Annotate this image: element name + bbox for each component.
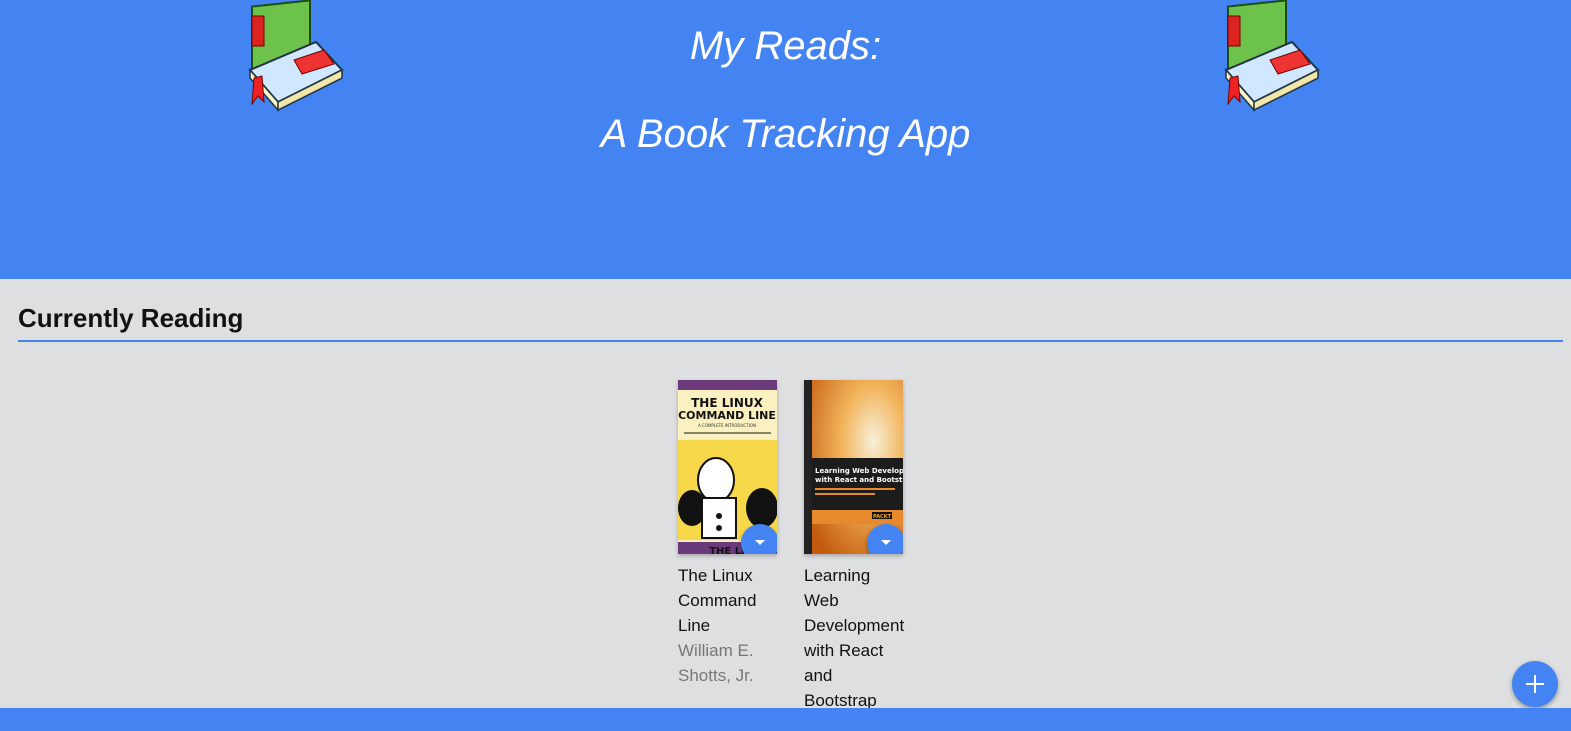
app-header: My Reads: A Book Tracking App <box>0 0 1571 279</box>
book-item: Learning Web Development with React and … <box>804 380 904 713</box>
cover-text: A COMPLETE INTRODUCTION <box>698 423 756 428</box>
cover-text: THE LINUX <box>691 396 764 410</box>
books-icon <box>1224 0 1320 112</box>
book-title: Learning Web Development with React and … <box>804 566 905 710</box>
book-cover[interactable]: THE LINUX COMMAND LINE A COMPLETE INTROD… <box>678 380 777 554</box>
footer-bar <box>0 708 1571 731</box>
cover-text: COMMAND LINE <box>678 409 776 422</box>
add-book-button[interactable] <box>1512 661 1558 707</box>
cover-text: PACKT <box>873 514 892 520</box>
shelf-changer-button[interactable] <box>741 524 777 554</box>
shelf-changer-button[interactable] <box>867 524 903 554</box>
app-subtitle: A Book Tracking App <box>600 112 971 156</box>
cover-text: Learning Web Development <box>815 467 903 475</box>
shelf-title: Currently Reading <box>18 303 244 333</box>
book-cover[interactable]: Learning Web Development with React and … <box>804 380 903 554</box>
book-title: The Linux Command Line <box>678 566 757 635</box>
book-item: THE LINUX COMMAND LINE A COMPLETE INTROD… <box>678 380 778 688</box>
book-authors: William E. Shotts, Jr. <box>678 641 754 685</box>
cover-text: THE LI <box>709 546 745 554</box>
shelf-divider <box>18 340 1563 342</box>
cover-text: with React and Bootstrap <box>815 476 903 484</box>
